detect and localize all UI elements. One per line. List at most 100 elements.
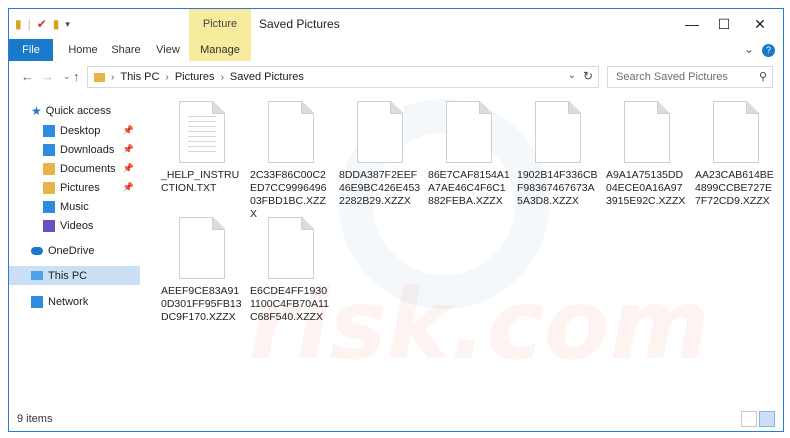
nav-label: Documents	[60, 162, 116, 175]
navigation-pane: ★ Quick access Desktop 📌 Downloads 📌 Doc…	[9, 93, 140, 403]
refresh-icon[interactable]: ↻	[583, 69, 593, 83]
chevron-right-icon[interactable]: ›	[111, 72, 114, 83]
pin-icon[interactable]: 📌	[123, 125, 134, 136]
nav-label: Quick access	[45, 104, 112, 117]
search-input[interactable]: Search Saved Pictures ⚲	[607, 66, 773, 88]
address-bar[interactable]: › This PC › Pictures › Saved Pictures ⌄ …	[87, 66, 599, 88]
music-icon	[43, 200, 55, 213]
nav-label: Videos	[60, 219, 94, 232]
details-view-icon[interactable]	[741, 411, 757, 427]
nav-label: OneDrive	[48, 244, 95, 257]
properties-icon[interactable]: ✔	[37, 17, 47, 31]
tab-view[interactable]: View	[149, 39, 187, 61]
help-icon[interactable]: ?	[762, 44, 775, 57]
customize-toolbar-icon[interactable]: ▾	[65, 19, 70, 30]
ribbon-tabs: File Home Share View Manage ⌄?	[9, 39, 783, 62]
address-row: ← → ⌄ ↑ › This PC › Pictures › Saved Pic…	[9, 61, 783, 93]
breadcrumb-this-pc[interactable]: This PC	[120, 71, 159, 83]
text-file-icon	[179, 101, 225, 163]
breadcrumb-saved-pictures[interactable]: Saved Pictures	[230, 71, 304, 83]
nav-item-downloads[interactable]: Downloads 📌	[9, 140, 140, 159]
videos-icon	[43, 219, 55, 232]
expand-ribbon-icon[interactable]: ⌄	[744, 42, 754, 56]
file-item[interactable]: AA23CAB614BE4899CCBE727E7F72CD9.XZZX	[695, 101, 777, 208]
file-name: AEEF9CE83A910D301FF95FB13DC9F170.XZZX	[161, 285, 242, 323]
file-list: _HELP_INSTRUCTION.TXT 2C33F86C00C2ED7CC9…	[149, 93, 779, 403]
recent-locations-icon[interactable]: ⌄	[63, 71, 71, 82]
nav-item-pictures[interactable]: Pictures 📌	[9, 178, 140, 197]
downloads-icon	[43, 143, 55, 156]
file-item[interactable]: 86E7CAF8154A1A7AE46C4F6C1882FEBA.XZZX	[428, 101, 510, 208]
file-item[interactable]: 1902B14F336CBF98367467673A5A3D8.XZZX	[517, 101, 599, 208]
forward-arrow-icon[interactable]: →	[41, 69, 54, 84]
file-name: E6CDE4FF19301100C4FB70A11C68F540.XZZX	[250, 285, 330, 323]
nav-this-pc[interactable]: This PC	[9, 266, 140, 285]
breadcrumb: › This PC › Pictures › Saved Pictures	[94, 71, 304, 83]
file-item[interactable]: 2C33F86C00C2ED7CC999649603FBD1BC.XZZX	[250, 101, 332, 221]
computer-icon	[31, 271, 43, 280]
file-item[interactable]: A9A1A75135DD04ECE0A16A973915E92C.XZZX	[606, 101, 688, 208]
file-item[interactable]: AEEF9CE83A910D301FF95FB13DC9F170.XZZX	[161, 217, 243, 324]
nav-label: Pictures	[60, 181, 100, 194]
file-name: 8DDA387F2EEF46E9BC426E4532282B29.XZZX	[339, 169, 421, 207]
folder-icon[interactable]: ▮	[15, 17, 22, 31]
tab-manage[interactable]: Manage	[189, 39, 251, 61]
nav-label: Downloads	[60, 143, 115, 156]
file-icon	[535, 101, 581, 163]
up-arrow-icon[interactable]: ↑	[73, 69, 80, 84]
pictures-icon	[43, 181, 55, 194]
nav-quick-access[interactable]: ★ Quick access	[9, 101, 140, 120]
file-icon	[446, 101, 492, 163]
ribbon-controls: ⌄?	[744, 42, 775, 57]
pin-icon[interactable]: 📌	[123, 144, 134, 155]
large-icons-view-icon[interactable]	[759, 411, 775, 427]
tab-home[interactable]: Home	[61, 39, 105, 61]
title-bar: ▮ | ✔ ▮ ▾ Picture Tools Saved Pictures —…	[9, 9, 783, 60]
tab-share[interactable]: Share	[105, 39, 147, 61]
file-icon	[624, 101, 670, 163]
nav-item-documents[interactable]: Documents 📌	[9, 159, 140, 178]
folder-icon	[94, 72, 105, 82]
file-name: 86E7CAF8154A1A7AE46C4F6C1882FEBA.XZZX	[428, 169, 510, 207]
file-name: A9A1A75135DD04ECE0A16A973915E92C.XZZX	[606, 169, 686, 207]
nav-label: This PC	[48, 269, 88, 282]
file-name: AA23CAB614BE4899CCBE727E7F72CD9.XZZX	[695, 169, 774, 207]
pin-icon[interactable]: 📌	[123, 182, 134, 193]
star-icon: ★	[31, 103, 42, 118]
nav-item-desktop[interactable]: Desktop 📌	[9, 121, 140, 140]
file-icon	[357, 101, 403, 163]
nav-onedrive[interactable]: OneDrive	[9, 241, 140, 260]
chevron-right-icon[interactable]: ›	[165, 72, 168, 83]
file-item[interactable]: E6CDE4FF19301100C4FB70A11C68F540.XZZX	[250, 217, 332, 324]
file-item[interactable]: _HELP_INSTRUCTION.TXT	[161, 101, 243, 195]
pin-icon[interactable]: 📌	[123, 163, 134, 174]
chevron-down-icon[interactable]: ⌄	[568, 70, 576, 81]
nav-item-music[interactable]: Music	[9, 197, 140, 216]
chevron-right-icon[interactable]: ›	[221, 72, 224, 83]
cloud-icon	[31, 246, 43, 255]
nav-network[interactable]: Network	[9, 292, 140, 311]
new-folder-icon[interactable]: ▮	[53, 17, 60, 31]
tab-file[interactable]: File	[9, 39, 53, 61]
documents-icon	[43, 162, 55, 175]
file-icon	[179, 217, 225, 279]
file-icon	[268, 101, 314, 163]
nav-label: Network	[48, 295, 89, 308]
network-icon	[31, 295, 43, 308]
window-title: Saved Pictures	[259, 17, 340, 31]
nav-label: Desktop	[60, 124, 101, 137]
status-bar: 9 items	[9, 409, 783, 431]
search-placeholder: Search Saved Pictures	[616, 71, 728, 83]
breadcrumb-pictures[interactable]: Pictures	[175, 71, 215, 83]
search-icon[interactable]: ⚲	[759, 67, 767, 87]
file-name: 2C33F86C00C2ED7CC999649603FBD1BC.XZZX	[250, 169, 327, 220]
explorer-window: risk.com ▮ | ✔ ▮ ▾ Picture Tools Saved P…	[8, 8, 784, 432]
back-arrow-icon[interactable]: ←	[21, 69, 34, 84]
nav-item-videos[interactable]: Videos	[9, 216, 140, 235]
nav-label: Music	[60, 200, 89, 213]
toolbar-separator: |	[27, 17, 31, 31]
file-item[interactable]: 8DDA387F2EEF46E9BC426E4532282B29.XZZX	[339, 101, 421, 208]
file-icon	[713, 101, 759, 163]
close-button[interactable]: ✕	[737, 9, 783, 39]
file-name: 1902B14F336CBF98367467673A5A3D8.XZZX	[517, 169, 598, 207]
